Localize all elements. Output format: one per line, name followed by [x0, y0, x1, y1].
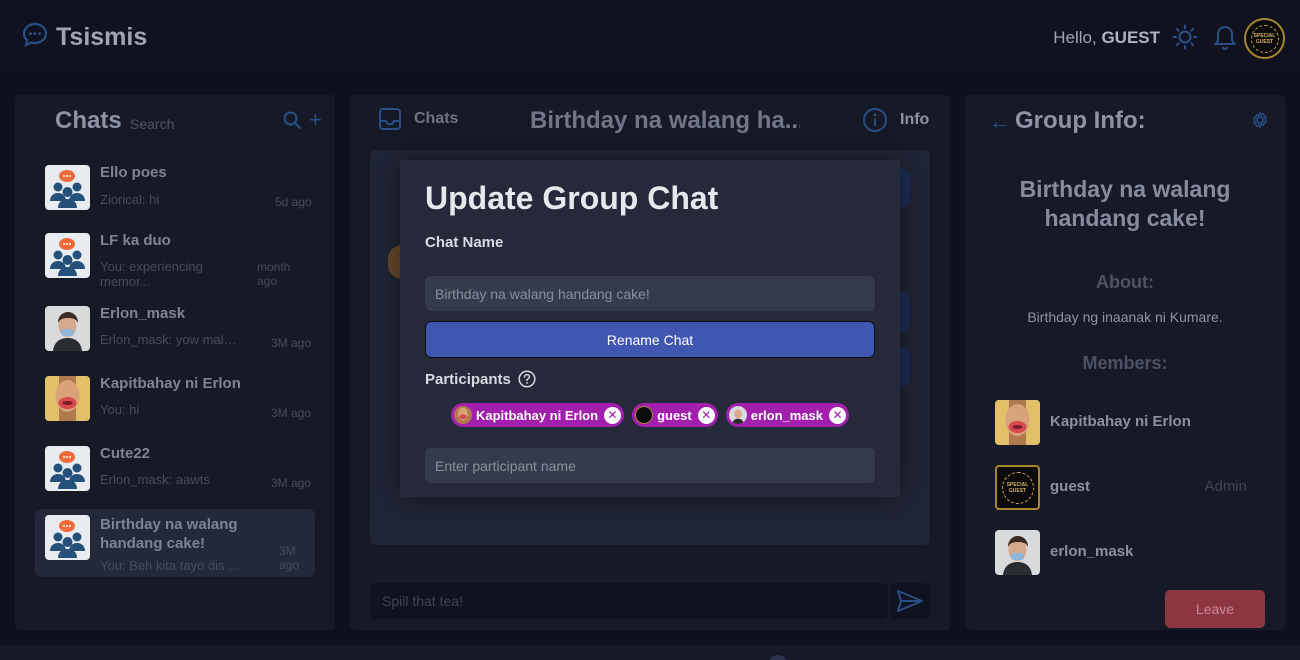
chat-preview: You: experiencing memor...	[100, 259, 203, 289]
chat-time: month ago	[257, 260, 291, 288]
theme-toggle-sun-icon[interactable]	[1172, 24, 1198, 55]
chat-name: Ello poes	[100, 164, 167, 181]
chat-search-input[interactable]	[130, 113, 270, 135]
chat-name-label: Chat Name	[425, 234, 504, 251]
group-avatar-icon	[45, 233, 90, 278]
chip-avatar	[728, 406, 747, 424]
participant-chips: Kapitbahay ni Erlon ✕ guest ✕ erlon_mask…	[425, 403, 875, 427]
chat-name: Birthday na walang handang cake!	[100, 516, 238, 552]
greeting: Hello, GUEST	[1053, 28, 1160, 48]
chip-label: erlon_mask	[750, 407, 823, 423]
group-chat-name: Birthday na walang handang cake!	[1019, 176, 1231, 231]
chat-list-item[interactable]: Cute22 Erlon_mask: aawts 3M ago	[35, 442, 315, 510]
special-guest-seal: SPECIAL GUEST	[1001, 471, 1034, 504]
chat-preview: You: Beh kita tayo dis ...	[100, 558, 239, 573]
tab-chats-label: Chats	[414, 110, 459, 127]
app-name: Tsismis	[56, 23, 148, 51]
tab-chats[interactable]: Chats	[378, 107, 458, 131]
chat-list-item[interactable]: Kapitbahay ni Erlon You: hi 3M ago	[35, 372, 315, 440]
greeting-text: Hello,	[1053, 28, 1097, 47]
bottom-bar	[0, 645, 1300, 660]
chat-time: 5d ago	[275, 195, 312, 209]
message-input[interactable]	[370, 583, 888, 619]
chat-list-item[interactable]: Erlon_mask Erlon_mask: yow malala 3M ago	[35, 302, 315, 370]
send-button[interactable]	[890, 583, 930, 619]
info-icon	[863, 108, 887, 132]
chat-name: Erlon_mask	[100, 305, 186, 322]
chat-preview: You: hi	[100, 402, 140, 417]
chats-panel: Chats + Ello poes Ziorical: hi 5d ago LF…	[15, 95, 335, 630]
members-heading: Members:	[1082, 353, 1168, 373]
group-info-panel: ← Group Info: Birthday na walang handang…	[965, 95, 1285, 630]
back-arrow-icon[interactable]: ←	[989, 109, 1011, 135]
brand[interactable]: Tsismis	[22, 22, 147, 53]
rename-chat-button[interactable]: Rename Chat	[425, 321, 875, 358]
chat-time: 3M ago	[271, 406, 312, 420]
person-avatar	[45, 376, 90, 421]
group-avatar-icon	[45, 515, 90, 560]
chat-time: 3M ago	[271, 336, 312, 350]
group-info-title: Group Info:	[1015, 107, 1146, 134]
chat-name: Cute22	[100, 445, 151, 462]
person-avatar	[45, 306, 90, 351]
chip-avatar	[453, 406, 472, 424]
user-avatar[interactable]: SPECIAL GUEST	[1244, 18, 1285, 59]
chat-name: Kapitbahay ni Erlon	[100, 375, 241, 392]
chat-list-item[interactable]: LF ka duo You: experiencing memor... mon…	[35, 229, 315, 297]
chat-list-item-active[interactable]: Birthday na walang handang cake! You: Be…	[35, 509, 315, 577]
member-avatar: SPECIAL GUEST	[995, 465, 1040, 510]
special-guest-seal: SPECIAL GUEST	[1250, 24, 1279, 53]
participants-label: Participants	[425, 371, 511, 388]
inbox-icon	[379, 108, 401, 130]
chat-time: 3M ago	[271, 476, 312, 490]
chip-avatar	[635, 406, 654, 424]
member-name: guest	[1050, 478, 1091, 495]
current-username: GUEST	[1101, 28, 1160, 47]
member-row[interactable]: SPECIAL GUEST guest Admin	[995, 465, 1255, 510]
group-avatar-icon	[45, 446, 90, 491]
search-icon[interactable]	[283, 111, 301, 134]
remove-participant-close-icon[interactable]: ✕	[697, 406, 715, 424]
question-help-icon[interactable]	[518, 370, 536, 393]
chat-time: 3M ago	[279, 544, 300, 572]
leave-group-button[interactable]: Leave	[1165, 590, 1265, 628]
modal-title: Update Group Chat	[425, 180, 719, 216]
about-heading: About:	[1096, 272, 1154, 292]
tab-info[interactable]: Info	[862, 107, 929, 133]
chip-label: guest	[657, 407, 692, 423]
participant-chip: Kapitbahay ni Erlon ✕	[450, 403, 625, 427]
group-avatar-icon	[45, 165, 90, 210]
member-avatar	[995, 400, 1040, 445]
notifications-bell-icon[interactable]	[1212, 24, 1238, 57]
chat-bubble-icon	[22, 22, 48, 53]
member-row[interactable]: Kapitbahay ni Erlon	[995, 400, 1255, 445]
gear-icon[interactable]	[1251, 111, 1269, 134]
chats-panel-title: Chats	[55, 107, 122, 134]
chat-preview: Ziorical: hi	[100, 192, 160, 207]
chat-name-input[interactable]	[425, 276, 875, 311]
send-icon	[897, 590, 923, 612]
conversation-title: Birthday na walang ha...	[530, 107, 800, 134]
member-name: erlon_mask	[1050, 543, 1134, 560]
new-chat-plus-icon[interactable]: +	[309, 109, 322, 131]
top-bar: Tsismis Hello, GUEST SPECIAL GUEST	[0, 0, 1300, 75]
member-avatar	[995, 530, 1040, 575]
participant-chip: erlon_mask ✕	[725, 403, 849, 427]
remove-participant-close-icon[interactable]: ✕	[604, 406, 622, 424]
update-group-chat-modal: Update Group Chat Chat Name Rename Chat …	[400, 160, 900, 497]
participant-name-input[interactable]	[425, 448, 875, 483]
chat-name: LF ka duo	[100, 232, 171, 249]
remove-participant-close-icon[interactable]: ✕	[829, 406, 846, 424]
member-name: Kapitbahay ni Erlon	[1050, 413, 1191, 430]
member-row[interactable]: erlon_mask	[995, 530, 1255, 575]
chat-preview: Erlon_mask: yow malala	[100, 332, 240, 347]
about-text: Birthday ng inaanak ni Kumare.	[1027, 309, 1223, 325]
tab-info-label: Info	[900, 111, 930, 128]
member-role-admin: Admin	[1204, 478, 1247, 495]
chat-preview: Erlon_mask: aawts	[100, 472, 210, 487]
chat-list-item[interactable]: Ello poes Ziorical: hi 5d ago	[35, 161, 315, 229]
participant-chip: guest ✕	[632, 403, 718, 427]
chip-label: Kapitbahay ni Erlon	[475, 407, 599, 423]
